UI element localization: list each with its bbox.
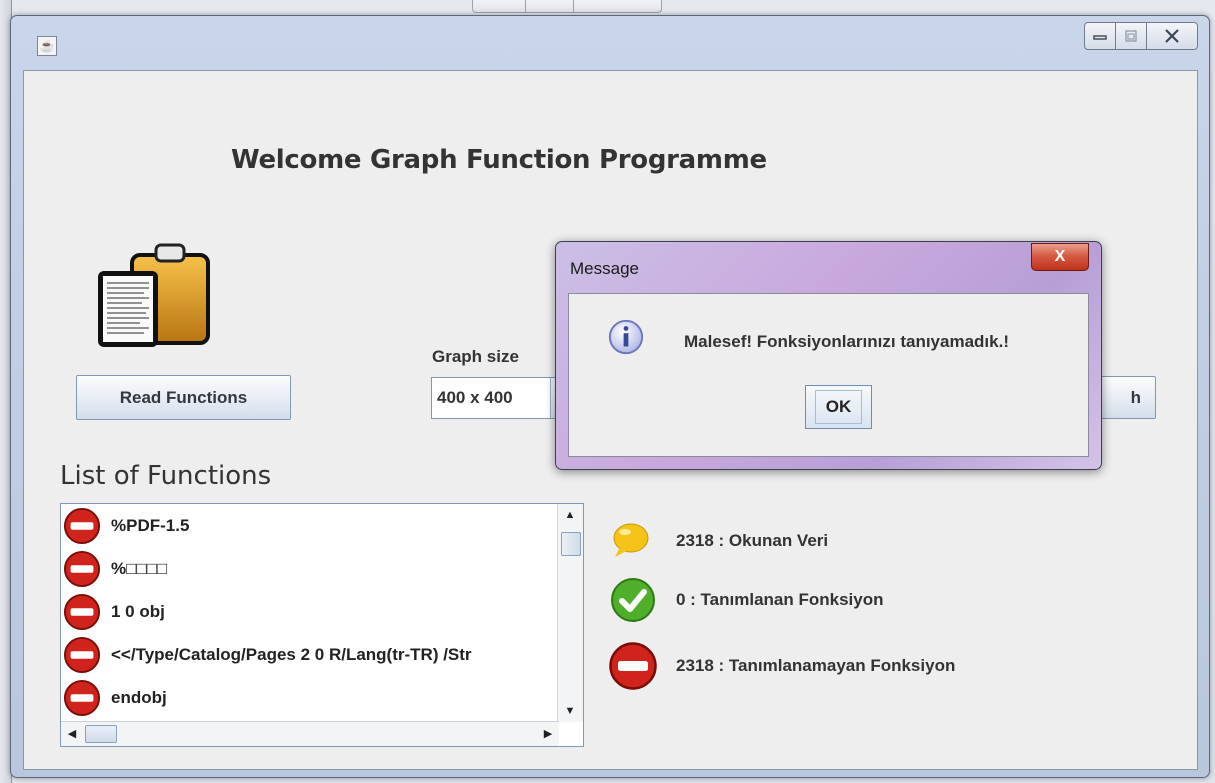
maximize-button[interactable]: [1116, 22, 1147, 50]
stat-defined: 0 : Tanımlanan Fonksiyon: [610, 577, 884, 623]
functions-list[interactable]: %PDF-1.5 %□□□□ 1 0 obj <</Type/Catalog/P…: [60, 503, 584, 747]
horizontal-scroll-thumb[interactable]: [85, 725, 117, 743]
no-entry-icon: [609, 642, 657, 690]
java-cup-icon[interactable]: ☕: [37, 36, 57, 56]
functions-list-rows: %PDF-1.5 %□□□□ 1 0 obj <</Type/Catalog/P…: [61, 504, 556, 720]
graph-size-value: 400 x 400: [437, 388, 513, 407]
close-button[interactable]: [1147, 22, 1198, 50]
window-controls: [1084, 22, 1198, 50]
scroll-up-icon[interactable]: ▲: [558, 504, 582, 526]
ok-button-label: OK: [814, 390, 863, 424]
dialog-message: Malesef! Fonksiyonlarınızı tanıyamadık.!: [684, 332, 1009, 351]
vertical-scrollbar[interactable]: ▲ ▼: [557, 504, 583, 722]
scroll-down-icon[interactable]: ▼: [558, 700, 582, 722]
stat-undefined: 2318 : Tanımlanamayan Fonksiyon: [608, 641, 955, 691]
welcome-heading: Welcome Graph Function Programme: [231, 145, 767, 175]
list-item-text: endobj: [111, 687, 167, 707]
no-entry-icon: [63, 679, 101, 716]
message-dialog: Message X Malesef! Fonksiyonlarınızı tan…: [555, 241, 1102, 470]
dialog-body: Malesef! Fonksiyonlarınızı tanıyamadık.!…: [568, 293, 1089, 457]
minimize-button[interactable]: [1084, 22, 1116, 50]
close-icon: X: [1054, 248, 1066, 265]
no-entry-icon: [63, 507, 101, 544]
list-item-text: %PDF-1.5: [111, 515, 190, 535]
vertical-scroll-thumb[interactable]: [561, 532, 581, 556]
graph-size-label: Graph size: [432, 347, 519, 366]
stat-defined-text: 0 : Tanımlanan Fonksiyon: [676, 590, 884, 609]
speech-bubble-icon: [613, 523, 649, 557]
scroll-right-icon[interactable]: ▶: [537, 722, 559, 745]
no-entry-icon: [63, 593, 101, 630]
no-entry-icon: [63, 550, 101, 587]
list-item[interactable]: %□□□□: [61, 547, 556, 590]
stat-read-text: 2318 : Okunan Veri: [676, 531, 829, 550]
list-item[interactable]: %PDF-1.5: [61, 504, 556, 547]
minimize-icon: [1093, 35, 1107, 40]
clipboard-icon: [98, 243, 210, 347]
maximize-icon: [1125, 30, 1137, 42]
stat-read: 2318 : Okunan Veri: [610, 521, 828, 561]
list-item[interactable]: <</Type/Catalog/Pages 2 0 R/Lang(tr-TR) …: [61, 633, 556, 676]
list-item-text: 1 0 obj: [111, 601, 165, 621]
title-bar[interactable]: ☕: [11, 16, 1209, 70]
dialog-title: Message: [570, 259, 639, 278]
list-item-text: <</Type/Catalog/Pages 2 0 R/Lang(tr-TR) …: [111, 644, 472, 664]
no-entry-icon: [63, 636, 101, 673]
stat-undefined-text: 2318 : Tanımlanamayan Fonksiyon: [676, 656, 956, 675]
horizontal-scrollbar[interactable]: ◀ ▶: [61, 721, 559, 746]
ok-button[interactable]: OK: [805, 385, 872, 429]
background-window-tabs: [472, 0, 662, 13]
close-icon: [1165, 29, 1179, 43]
list-item-text: %□□□□: [111, 558, 168, 578]
list-title: List of Functions: [60, 461, 272, 491]
info-icon: [608, 319, 644, 355]
read-functions-button[interactable]: Read Functions: [76, 375, 291, 420]
dialog-close-button[interactable]: X: [1031, 243, 1089, 271]
list-item[interactable]: 1 0 obj: [61, 590, 556, 633]
scroll-left-icon[interactable]: ◀: [61, 722, 83, 745]
check-icon: [611, 578, 655, 622]
list-item[interactable]: endobj: [61, 676, 556, 719]
